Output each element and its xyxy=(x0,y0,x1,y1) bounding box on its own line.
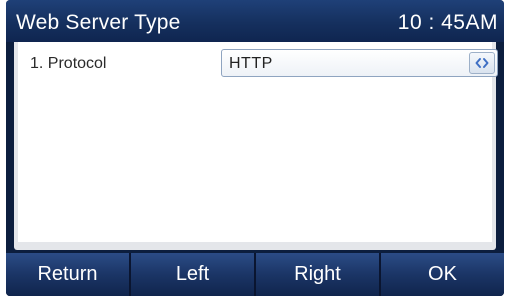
protocol-value: HTTP xyxy=(229,55,273,72)
title-bar: Web Server Type 10 : 45AM xyxy=(6,0,504,42)
setting-label: 1. Protocol xyxy=(30,55,107,72)
return-softkey[interactable]: Return xyxy=(6,253,131,296)
left-right-arrows-icon[interactable] xyxy=(469,52,495,74)
settings-panel: 1. Protocol HTTP xyxy=(14,42,498,242)
clock: 10 : 45AM xyxy=(397,11,498,34)
setting-row-protocol: 1. Protocol HTTP xyxy=(18,48,498,78)
softkey-bar: Return Left Right OK xyxy=(6,253,504,296)
phone-screen: Web Server Type 10 : 45AM 1. Protocol HT… xyxy=(6,0,504,296)
ok-softkey[interactable]: OK xyxy=(381,253,504,296)
page-title: Web Server Type xyxy=(16,11,181,34)
panel-bottom-edge xyxy=(14,242,496,250)
protocol-select[interactable]: HTTP xyxy=(221,49,498,77)
left-softkey[interactable]: Left xyxy=(131,253,256,296)
right-softkey[interactable]: Right xyxy=(256,253,381,296)
